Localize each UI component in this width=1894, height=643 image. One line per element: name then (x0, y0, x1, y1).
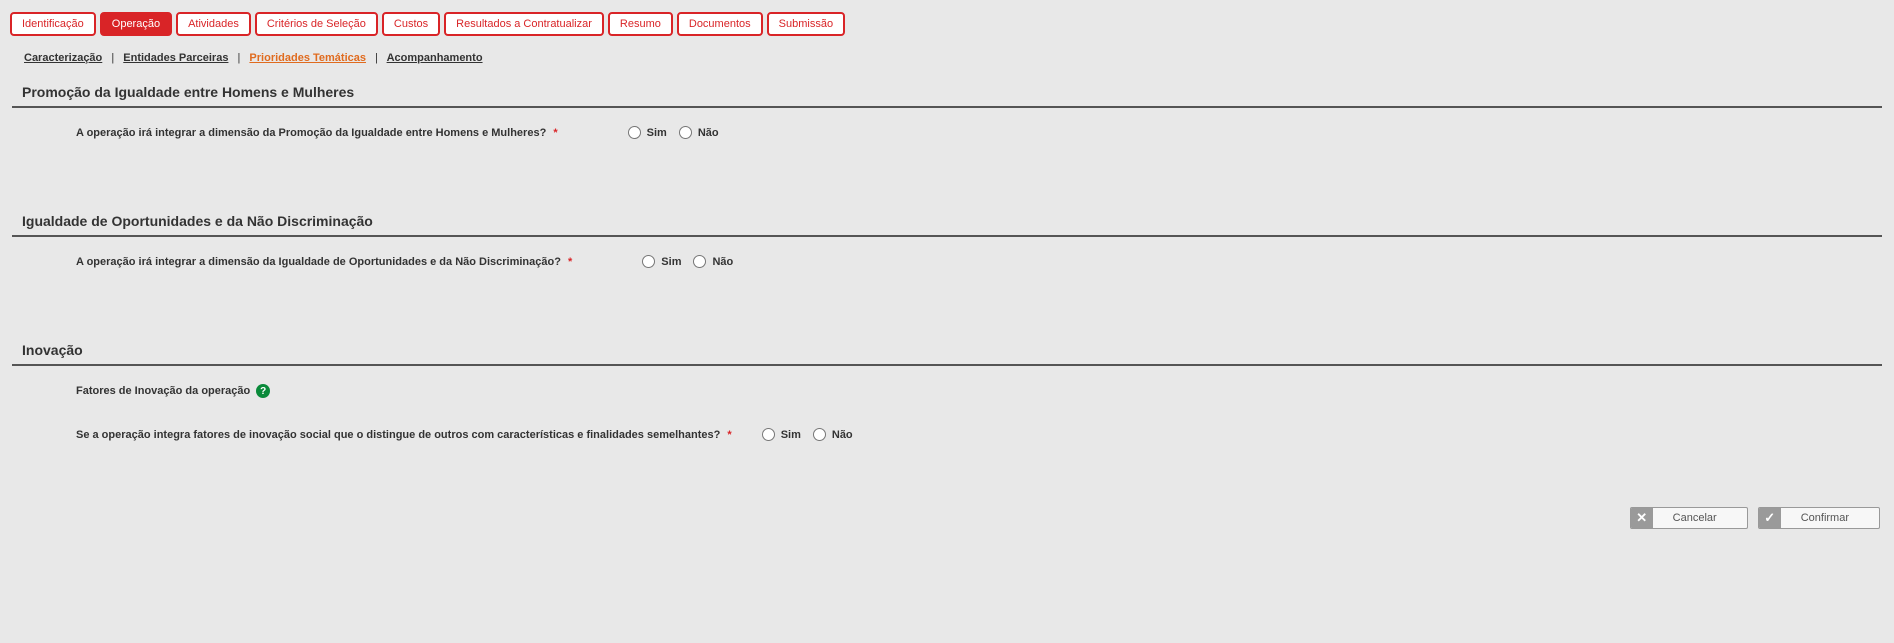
question-label: A operação irá integrar a dimensão da Ig… (76, 256, 572, 268)
radio-nao-q2[interactable] (693, 255, 706, 268)
radio-nao-q1[interactable] (679, 126, 692, 139)
section-title-igualdade-oportunidades: Igualdade de Oportunidades e da Não Disc… (12, 207, 1882, 237)
radio-label-nao: Não (832, 429, 853, 441)
radio-label-sim: Sim (781, 429, 801, 441)
sub-tabs: Caracterização | Entidades Parceiras | P… (0, 44, 1894, 78)
tab-criterios-selecao[interactable]: Critérios de Seleção (255, 12, 378, 36)
section-title-inovacao: Inovação (12, 336, 1882, 366)
radio-sim-q1[interactable] (628, 126, 641, 139)
section-body-igualdade-hm: A operação irá integrar a dimensão da Pr… (12, 108, 1882, 207)
separator: | (375, 52, 378, 64)
radio-group-igualdade-hm: Sim Não (628, 126, 727, 139)
required-mark: * (727, 429, 731, 441)
subheader-label: Fatores de Inovação da operação (76, 385, 250, 397)
radio-label-sim: Sim (661, 256, 681, 268)
radio-label-nao: Não (712, 256, 733, 268)
confirm-button-label: Confirmar (1781, 512, 1879, 524)
radio-group-igualdade-oportunidades: Sim Não (642, 255, 741, 268)
question-row-inovacao: Se a operação integra fatores de inovaçã… (76, 428, 1882, 441)
tab-custos[interactable]: Custos (382, 12, 440, 36)
subtab-prioridades-tematicas[interactable]: Prioridades Temáticas (249, 52, 366, 64)
section-body-inovacao: Fatores de Inovação da operação ? Se a o… (12, 366, 1882, 479)
question-label: Se a operação integra fatores de inovaçã… (76, 429, 732, 441)
footer-actions: ✕ Cancelar ✓ Confirmar (0, 499, 1894, 545)
radio-label-sim: Sim (647, 127, 667, 139)
question-row-igualdade-oportunidades: A operação irá integrar a dimensão da Ig… (76, 255, 1882, 268)
separator: | (111, 52, 114, 64)
required-mark: * (553, 127, 557, 139)
section-body-igualdade-oportunidades: A operação irá integrar a dimensão da Ig… (12, 237, 1882, 336)
cancel-button-label: Cancelar (1653, 512, 1747, 524)
close-icon: ✕ (1631, 508, 1653, 528)
required-mark: * (568, 256, 572, 268)
cancel-button[interactable]: ✕ Cancelar (1630, 507, 1748, 529)
tab-identificacao[interactable]: Identificação (10, 12, 96, 36)
tab-operacao[interactable]: Operação (100, 12, 172, 36)
radio-nao-q3[interactable] (813, 428, 826, 441)
subtab-entidades-parceiras[interactable]: Entidades Parceiras (123, 52, 228, 64)
tab-resumo[interactable]: Resumo (608, 12, 673, 36)
subheader-inovacao: Fatores de Inovação da operação ? (76, 384, 1882, 398)
radio-group-inovacao: Sim Não (762, 428, 861, 441)
separator: | (238, 52, 241, 64)
section-title-igualdade-hm: Promoção da Igualdade entre Homens e Mul… (12, 78, 1882, 108)
subtab-acompanhamento[interactable]: Acompanhamento (387, 52, 483, 64)
help-icon[interactable]: ? (256, 384, 270, 398)
radio-label-nao: Não (698, 127, 719, 139)
confirm-button[interactable]: ✓ Confirmar (1758, 507, 1880, 529)
tab-submissao[interactable]: Submissão (767, 12, 845, 36)
tab-documentos[interactable]: Documentos (677, 12, 763, 36)
radio-sim-q3[interactable] (762, 428, 775, 441)
check-icon: ✓ (1759, 508, 1781, 528)
top-tabs: Identificação Operação Atividades Critér… (0, 0, 1894, 44)
subtab-caracterizacao[interactable]: Caracterização (24, 52, 102, 64)
content-area: Promoção da Igualdade entre Homens e Mul… (0, 78, 1894, 499)
question-label: A operação irá integrar a dimensão da Pr… (76, 127, 558, 139)
tab-resultados-contratualizar[interactable]: Resultados a Contratualizar (444, 12, 604, 36)
question-row-igualdade-hm: A operação irá integrar a dimensão da Pr… (76, 126, 1882, 139)
radio-sim-q2[interactable] (642, 255, 655, 268)
tab-atividades[interactable]: Atividades (176, 12, 251, 36)
